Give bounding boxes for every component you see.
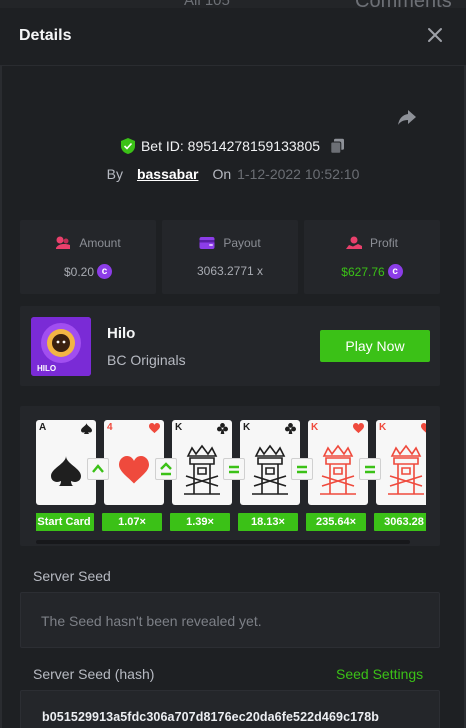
stat-payout-value: 3063.2771 x: [196, 264, 264, 278]
cards-track[interactable]: A Start Card 4 1.07× K 1.39× K 18.13× K 235.64× K 3…: [36, 420, 426, 538]
stat-profit: Profit $627.76 c: [304, 220, 440, 294]
hilo-game-thumbnail[interactable]: HILO: [31, 317, 91, 376]
seed-settings-link[interactable]: Seed Settings: [336, 666, 423, 682]
wallet-icon: [199, 237, 215, 249]
guess-equal-icon: [359, 458, 381, 480]
stat-profit-value: $627.76: [341, 264, 385, 279]
bc-coin-icon: c: [97, 264, 113, 279]
stat-payout-label: Payout: [223, 236, 261, 250]
background-comments-label: Comments: [355, 0, 452, 8]
on-label: On: [212, 166, 232, 182]
stat-amount-label: Amount: [79, 236, 121, 250]
stat-amount-value: $0.20: [63, 264, 95, 279]
heart-card-art-icon: [119, 456, 149, 484]
card-rank: K: [243, 422, 251, 433]
bet-date: 1-12-2022 10:52:10: [237, 166, 360, 182]
stat-profit-label-row: Profit: [304, 236, 440, 250]
play-now-button[interactable]: Play Now: [320, 330, 430, 362]
share-icon[interactable]: [396, 106, 418, 128]
club-icon: [285, 423, 296, 434]
card-multiplier: 3063.28: [374, 513, 426, 531]
heart-icon: [149, 423, 160, 434]
modal-header: Details: [0, 8, 466, 66]
profit-icon: [345, 236, 362, 249]
king-card-art-icon: [252, 444, 288, 495]
card-rank: K: [311, 422, 319, 433]
background-page-strip: All 105 Comments: [0, 0, 466, 8]
hilo-thumb-text: HILO: [37, 364, 56, 373]
card-multiplier: 1.07×: [102, 513, 162, 531]
close-icon[interactable]: [424, 24, 446, 46]
modal-title: Details: [19, 27, 72, 44]
server-seed-hash-box: b051529913a5fdc306a707d8176ec20da6fe522d…: [20, 690, 440, 728]
card-rank: K: [379, 422, 387, 433]
bet-id: Bet ID: 89514278159133805: [140, 138, 321, 154]
stat-amount-label-row: Amount: [20, 236, 156, 250]
card-rank: A: [39, 422, 47, 433]
server-seed-text: The Seed hasn't been revealed yet.: [41, 613, 262, 629]
guess-higher-icon: [87, 458, 109, 480]
server-seed-hash-label: Server Seed (hash): [33, 666, 155, 682]
card-multiplier: 235.64×: [306, 513, 366, 531]
card-rank: 4: [107, 422, 113, 433]
playing-card: K: [376, 420, 426, 505]
game-provider: BC Originals: [107, 352, 186, 368]
card-multiplier: Start Card: [36, 513, 94, 531]
club-icon: [217, 423, 228, 434]
bettor-username-link[interactable]: bassabar: [137, 166, 198, 182]
heart-icon: [353, 423, 364, 434]
stat-payout-value-row: 3063.2771 x: [162, 264, 298, 278]
cards-history-panel: A Start Card 4 1.07× K 1.39× K 18.13× K 235.64× K 3…: [20, 406, 440, 546]
bc-coin-icon: c: [387, 264, 403, 279]
cards-scrollbar[interactable]: [36, 540, 410, 544]
spade-card-art-icon: [51, 456, 81, 486]
stat-amount: Amount $0.20 c: [20, 220, 156, 294]
amount-icon: [56, 236, 71, 249]
bet-stats: Amount $0.20 c Payout 3063.2771 x Profit: [20, 220, 440, 294]
stat-payout: Payout 3063.2771 x: [162, 220, 298, 294]
game-name: Hilo: [107, 325, 136, 342]
game-card: HILO Hilo BC Originals Play Now: [20, 306, 440, 386]
guess-equal-icon: [223, 458, 245, 480]
card-rank: K: [175, 422, 183, 433]
stat-profit-value-row: $627.76 c: [304, 264, 440, 279]
king-card-art-icon: [388, 444, 424, 495]
server-seed-hash-value[interactable]: b051529913a5fdc306a707d8176ec20da6fe522d…: [42, 710, 379, 724]
guess-equal-icon: [291, 458, 313, 480]
server-seed-box: The Seed hasn't been revealed yet.: [20, 592, 440, 648]
spade-icon: [81, 423, 92, 434]
stat-amount-value-row: $0.20 c: [20, 264, 156, 279]
stat-profit-label: Profit: [369, 236, 398, 250]
card-multiplier: 18.13×: [238, 513, 298, 531]
card-multiplier: 1.39×: [170, 513, 230, 531]
king-card-art-icon: [184, 444, 220, 495]
stat-payout-label-row: Payout: [162, 236, 298, 250]
server-seed-label: Server Seed: [33, 568, 111, 584]
background-tab-label: All 105: [184, 0, 230, 8]
king-card-art-icon: [320, 444, 356, 495]
hilo-logo-icon: HILO: [31, 317, 91, 376]
copy-icon[interactable]: [330, 138, 345, 154]
bet-byline: By bassabar On 1-12-2022 10:52:10: [0, 166, 466, 182]
bet-id-row: Bet ID: 89514278159133805: [0, 138, 466, 154]
verified-shield-icon: [120, 138, 135, 154]
by-label: By: [106, 166, 123, 182]
guess-higher-equal-icon: [155, 458, 177, 480]
heart-icon: [421, 423, 426, 433]
